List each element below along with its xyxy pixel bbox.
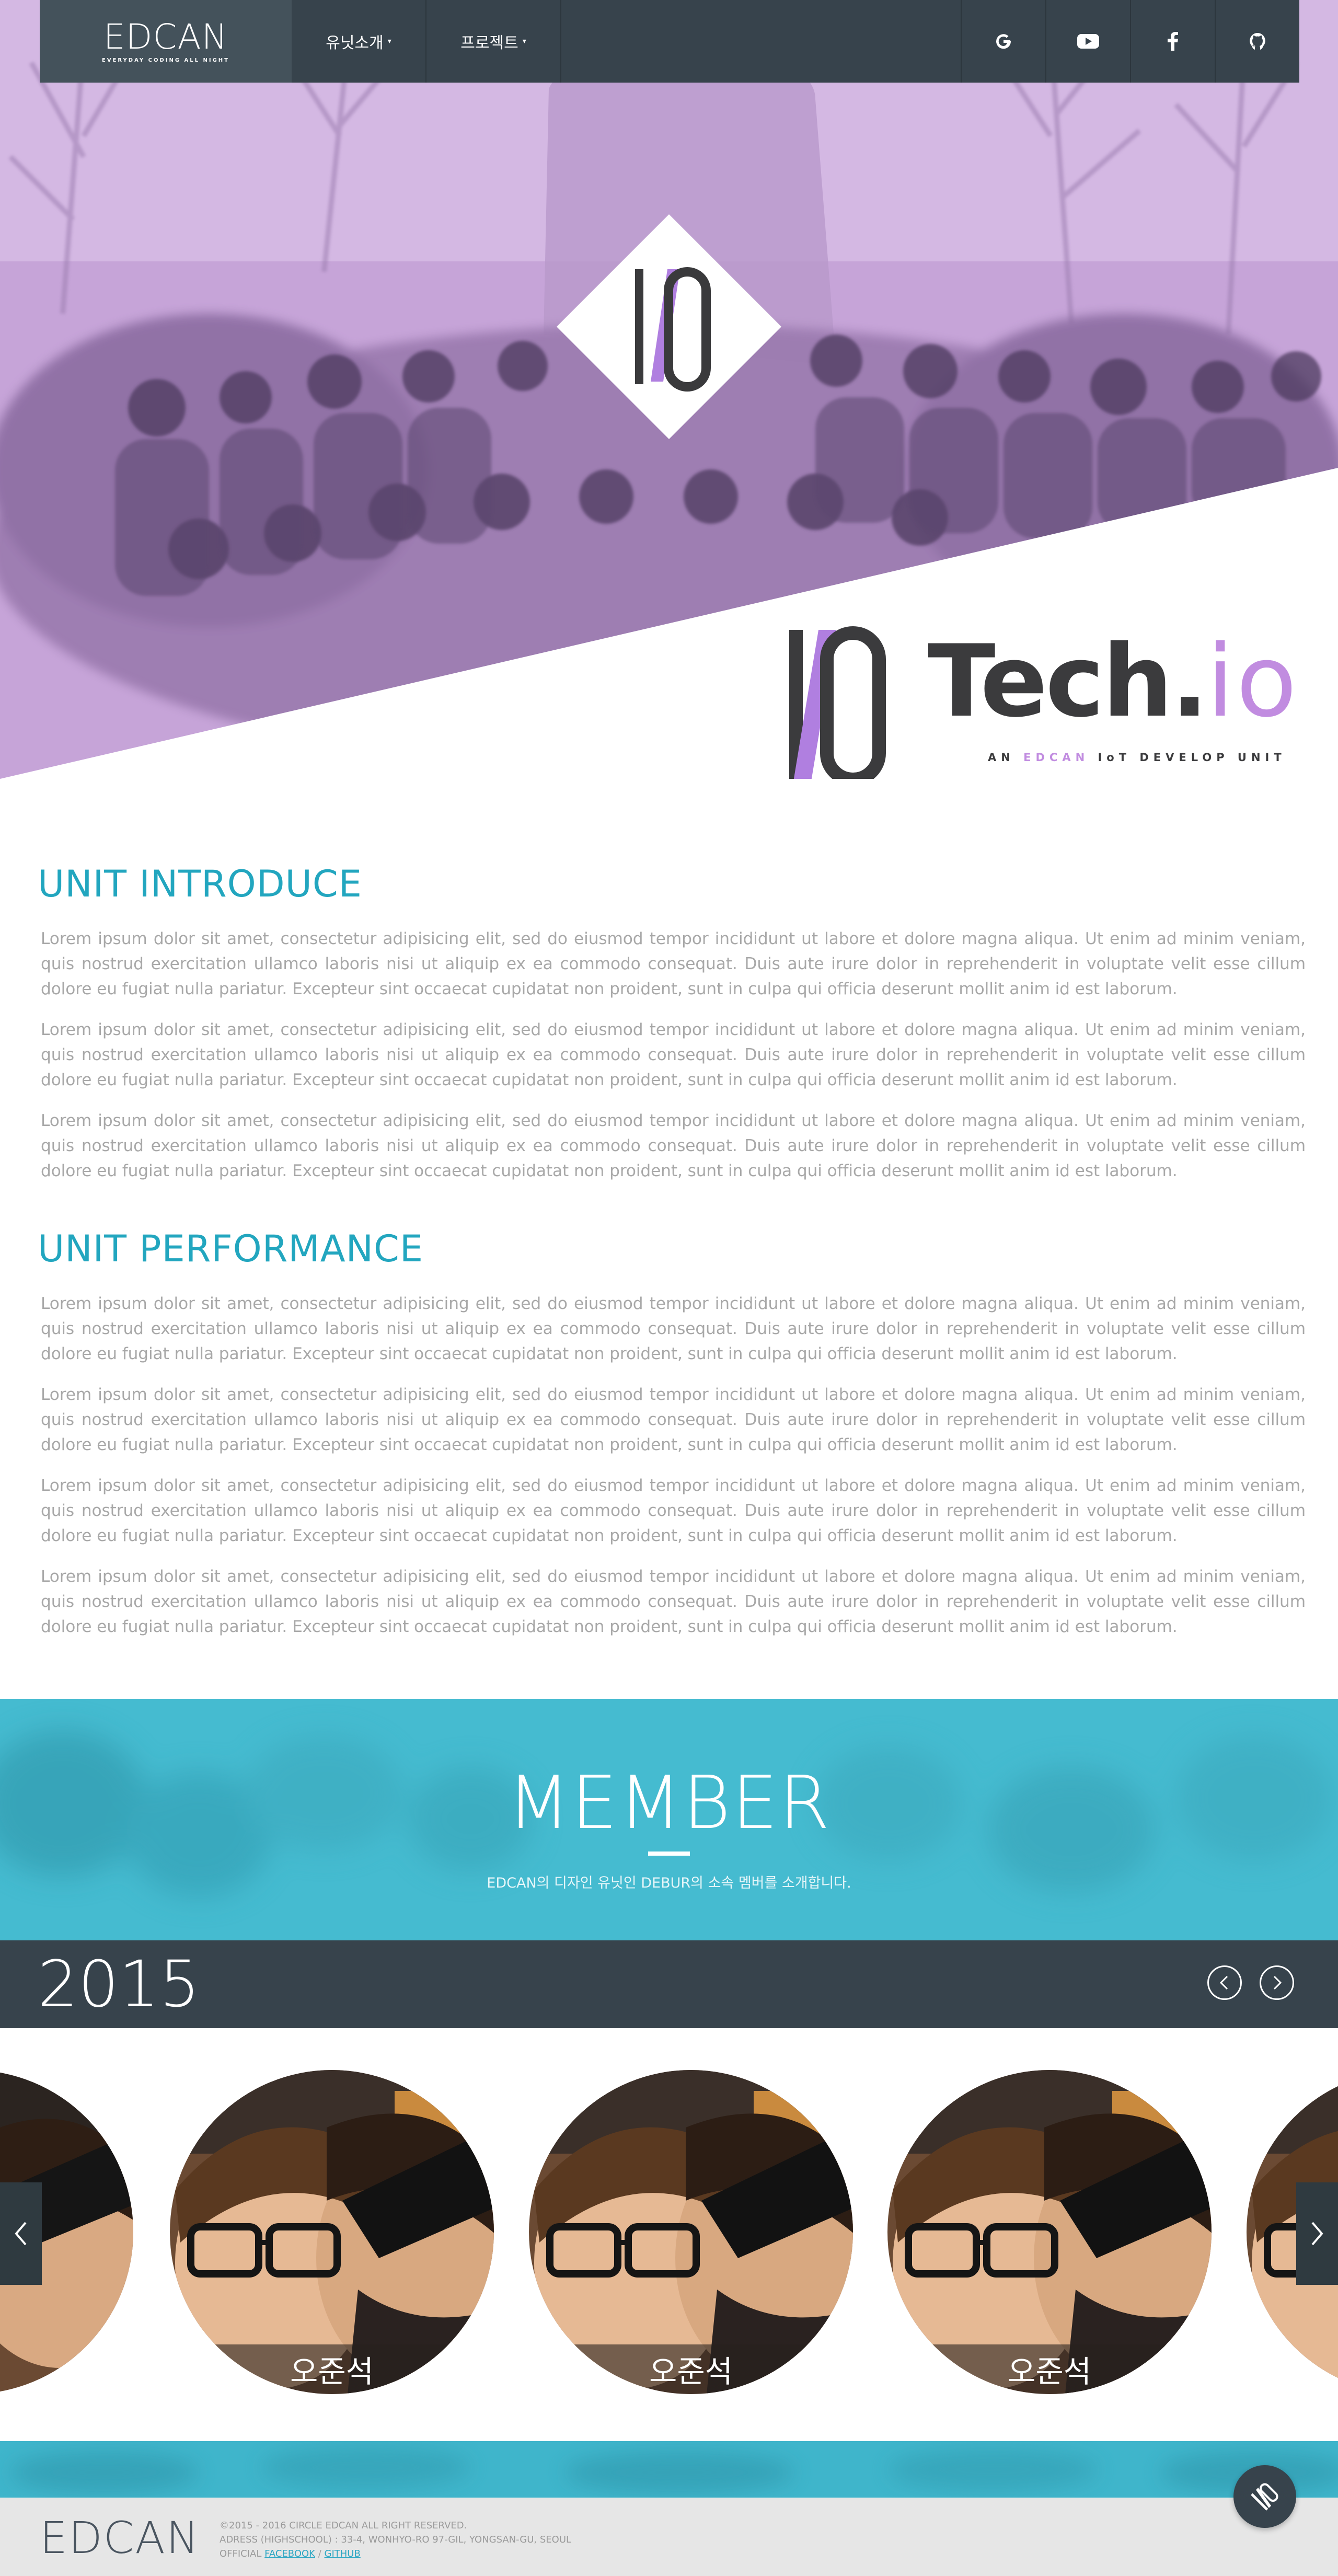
nav-menu: 유닛소개 ▾ 프로젝트 ▾	[292, 0, 561, 83]
member-title: MEMBER	[507, 1761, 831, 1846]
facebook-link[interactable]	[1130, 0, 1215, 83]
paragraph: Lorem ipsum dolor sit amet, consectetur …	[41, 1020, 1306, 1089]
footer-logo: EDCAN	[40, 2512, 200, 2563]
footer-info: ©2015 - 2016 CIRCLE EDCAN ALL RIGHT RESE…	[220, 2518, 571, 2561]
chevron-left-icon	[15, 2222, 27, 2246]
unit-introduce-section: UNIT INTRODUCE Lorem ipsum dolor sit ame…	[38, 862, 1306, 1199]
caret-down-icon: ▾	[522, 37, 526, 45]
footer-github-link[interactable]: GITHUB	[325, 2548, 361, 2559]
facebook-icon	[1168, 32, 1178, 51]
youtube-link[interactable]	[1045, 0, 1130, 83]
member-card[interactable]: 오준석	[170, 2070, 494, 2394]
github-link[interactable]	[1215, 0, 1299, 83]
footer-link-separator: /	[318, 2548, 321, 2559]
footer-official-label: OFFICIAL	[220, 2548, 262, 2559]
chevron-right-icon	[1273, 1975, 1282, 1990]
footer-address: ADRESS (HIGHSCHOOL) : 33-4, WONHYO-RO 97…	[220, 2534, 572, 2545]
member-card[interactable]: 오준석	[887, 2070, 1212, 2394]
site-logo[interactable]: EDCAN EVERYDAY CODING ALL NIGHT	[40, 0, 292, 83]
paragraph: Lorem ipsum dolor sit amet, consectetur …	[41, 1567, 1306, 1636]
hero-section: EDCAN EVERYDAY CODING ALL NIGHT 유닛소개 ▾ 프…	[0, 0, 1338, 779]
brand-name-suffix: io	[1206, 624, 1299, 739]
io-mark-logo	[789, 626, 886, 779]
unit-performance-section: UNIT PERFORMANCE Lorem ipsum dolor sit a…	[38, 1227, 1306, 1655]
nav-item-projects[interactable]: 프로젝트 ▾	[426, 0, 561, 83]
member-name: 오준석	[290, 2354, 374, 2389]
paragraph: Lorem ipsum dolor sit amet, consectetur …	[41, 1294, 1306, 1363]
site-logo-tagline: EVERYDAY CODING ALL NIGHT	[102, 57, 229, 63]
year-bar: 2015	[0, 1940, 1338, 2028]
top-navigation-bar: EDCAN EVERYDAY CODING ALL NIGHT 유닛소개 ▾ 프…	[40, 0, 1299, 83]
previous-year-button[interactable]	[1207, 1965, 1242, 2000]
nav-item-label: 프로젝트	[460, 34, 518, 52]
footer-facebook-link[interactable]: FACEBOOK	[264, 2548, 315, 2559]
google-icon	[996, 34, 1011, 49]
paragraph: Lorem ipsum dolor sit amet, consectetur …	[41, 929, 1306, 998]
member-banner: MEMBER EDCAN의 디자인 유닛인 DEBUR의 소속 멤버를 소개합니…	[0, 1699, 1338, 1940]
section-heading: UNIT INTRODUCE	[38, 862, 362, 905]
member-name: 오준석	[1007, 2354, 1092, 2389]
footer-links: OFFICIAL FACEBOOK / GITHUB	[220, 2547, 571, 2561]
year-label: 2015	[38, 1947, 200, 2021]
carousel-next-button[interactable]	[1296, 2182, 1338, 2285]
next-year-button[interactable]	[1260, 1965, 1294, 2000]
floating-action-button[interactable]	[1233, 2465, 1296, 2528]
member-card[interactable]: 오준석	[529, 2070, 853, 2394]
carousel-prev-button[interactable]	[0, 2182, 42, 2285]
social-links	[961, 0, 1299, 83]
site-logo-text: EDCAN	[103, 16, 228, 57]
chevron-left-icon	[1219, 1975, 1228, 1990]
brand-techio: Tech.io AN EDCAN IoT DEVELOP UNIT	[784, 624, 1307, 779]
section-heading: UNIT PERFORMANCE	[38, 1227, 424, 1270]
member-subtitle: EDCAN의 디자인 유닛인 DEBUR의 소속 멤버를 소개합니다.	[487, 1875, 851, 1891]
paragraph: Lorem ipsum dolor sit amet, consectetur …	[41, 1385, 1306, 1454]
brand-name-main: Tech.	[928, 624, 1208, 739]
paragraph: Lorem ipsum dolor sit amet, consectetur …	[41, 1476, 1306, 1545]
paragraph: Lorem ipsum dolor sit amet, consectetur …	[41, 1111, 1306, 1180]
chevron-right-icon	[1311, 2222, 1323, 2246]
google-link[interactable]	[961, 0, 1045, 83]
caret-down-icon: ▾	[387, 37, 391, 45]
brand-tagline-pre: AN	[988, 751, 1024, 764]
io-mark-icon	[1251, 2483, 1278, 2511]
brand-tagline-highlight: EDCAN	[1023, 751, 1090, 764]
member-name: 오준석	[649, 2354, 733, 2389]
brand-tagline: AN EDCAN IoT DEVELOP UNIT	[988, 751, 1286, 764]
brand-tagline-post: IoT DEVELOP UNIT	[1089, 751, 1286, 764]
github-icon	[1250, 33, 1265, 50]
nav-item-unit-intro[interactable]: 유닛소개 ▾	[292, 0, 426, 83]
footer-decoration-strip	[0, 2441, 1338, 2498]
io-diamond-logo	[557, 214, 781, 439]
nav-item-label: 유닛소개	[326, 34, 384, 52]
footer-copyright: ©2015 - 2016 CIRCLE EDCAN ALL RIGHT RESE…	[220, 2520, 467, 2531]
member-carousel: 오준석 오준석 오준석	[0, 2028, 1338, 2441]
youtube-icon	[1077, 34, 1099, 49]
member-title-underline	[648, 1852, 690, 1856]
brand-name: Tech.io	[928, 624, 1299, 739]
site-footer: EDCAN ©2015 - 2016 CIRCLE EDCAN ALL RIGH…	[0, 2498, 1338, 2576]
